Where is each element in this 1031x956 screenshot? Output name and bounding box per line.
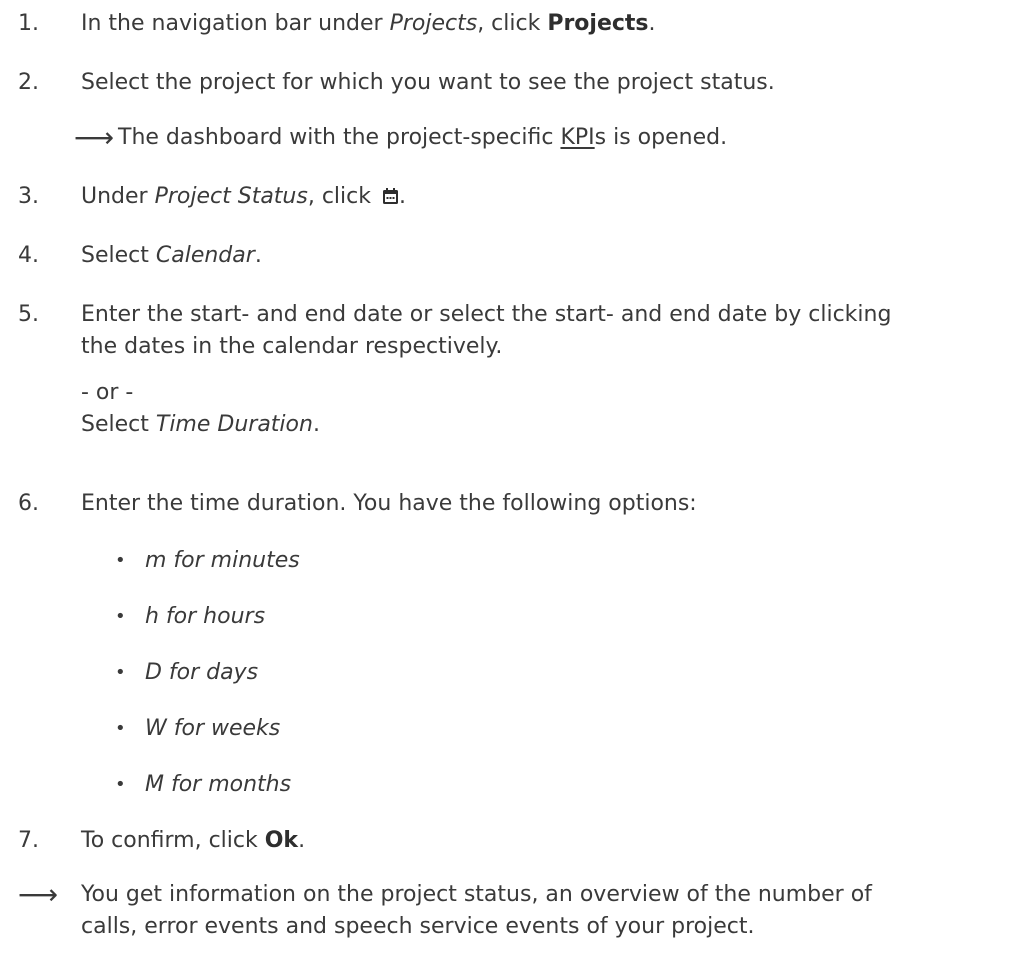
step-text-part: .: [648, 11, 656, 36]
glossary-link-kpi[interactable]: KPI: [560, 125, 594, 150]
bullet-icon: •: [115, 718, 126, 739]
step-text-part: To confirm, click: [81, 828, 265, 853]
step-text: Select Calendar.: [81, 240, 1025, 272]
step-number: 3.: [18, 184, 39, 209]
step-text-part: .: [312, 412, 320, 437]
step-number: 7.: [18, 828, 39, 853]
step-text-line: Enter the start- and end date or select …: [81, 302, 892, 327]
ui-term: Calendar: [155, 243, 255, 268]
ui-command: Projects: [547, 11, 649, 36]
step-number: 4.: [18, 243, 39, 268]
ui-term: Project Status: [154, 184, 308, 209]
step-text: Enter the time duration. You have the fo…: [81, 491, 697, 516]
result-arrow-icon: ⟶: [74, 121, 115, 154]
option-text: M for months: [145, 772, 292, 797]
step-text-line: the dates in the calendar respectively.: [81, 334, 503, 359]
step-text-part: .: [254, 243, 262, 268]
step-text: In the navigation bar under Projects, cl…: [81, 8, 1025, 40]
alternative-text: Select Time Duration.: [81, 409, 1025, 441]
step-text: Select the project for which you want to…: [81, 70, 775, 95]
step-text-part: Under: [81, 184, 155, 209]
result-text: You get information on the project statu…: [81, 879, 1025, 943]
step-text-part: Select: [81, 412, 156, 437]
step-text-part: Select: [81, 243, 156, 268]
option-text: W for weeks: [145, 716, 281, 741]
step-number: 6.: [18, 491, 39, 516]
step-text: To confirm, click Ok.: [81, 825, 1025, 857]
step-text-part: In the navigation bar under: [81, 11, 390, 36]
step-text-part: .: [298, 828, 306, 853]
step-number: 1.: [18, 11, 39, 36]
step-text-part: , click: [307, 184, 378, 209]
result-text-line: You get information on the project statu…: [81, 882, 872, 907]
option-text: D for days: [145, 660, 259, 685]
step-text-part: , click: [477, 11, 548, 36]
option-text: h for hours: [145, 604, 266, 629]
bullet-icon: •: [115, 774, 126, 795]
result-text-part: s is opened.: [594, 125, 728, 150]
ui-command: Ok: [264, 828, 299, 853]
bullet-icon: •: [115, 662, 126, 683]
step-text: Enter the start- and end date or select …: [81, 299, 1025, 441]
bullet-icon: •: [115, 606, 126, 627]
step-text: Under Project Status, click .: [81, 181, 1025, 213]
ui-term: Projects: [389, 11, 478, 36]
step-number: 2.: [18, 70, 39, 95]
result-text-part: The dashboard with the project-specific: [118, 125, 561, 150]
result-arrow-icon: ⟶: [18, 878, 59, 911]
result-text-line: calls, error events and speech service e…: [81, 914, 755, 939]
calendar-icon: [382, 183, 399, 204]
result-text: The dashboard with the project-specific …: [118, 122, 1025, 154]
step-text-part: .: [398, 184, 406, 209]
step-number: 5.: [18, 302, 39, 327]
bullet-icon: •: [115, 550, 126, 571]
option-text: m for minutes: [145, 548, 300, 573]
alternative-separator: - or -: [81, 380, 134, 405]
ui-term: Time Duration: [155, 412, 313, 437]
